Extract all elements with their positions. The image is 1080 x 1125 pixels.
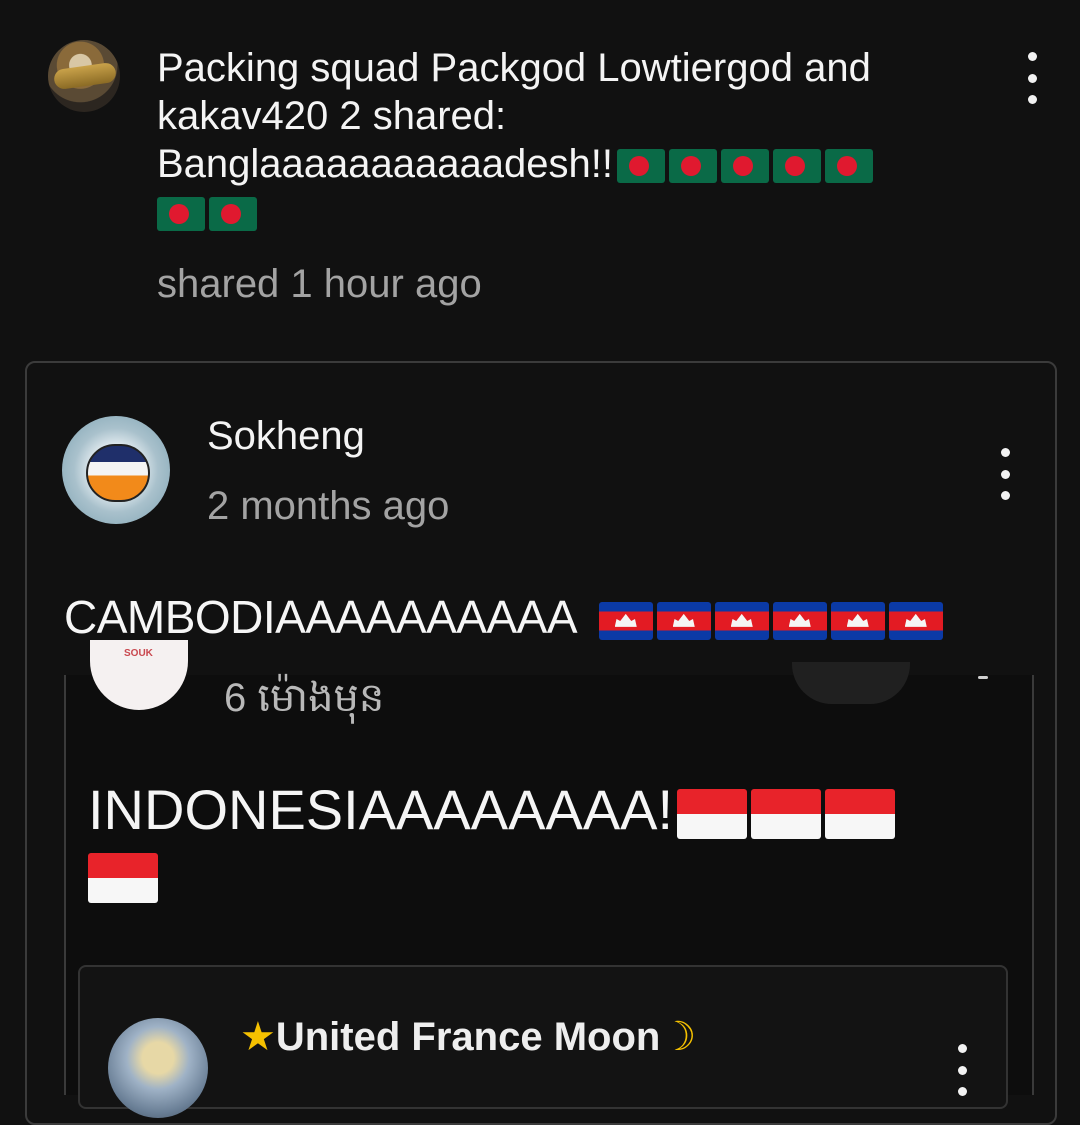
bangladesh-flag-icon [157,197,205,232]
cambodia-flag-icon [656,601,711,640]
cambodia-flag-icon [772,601,827,640]
embedded-timestamp: 6 ម៉ោងមុន [224,676,385,720]
indonesia-flag-icon [677,789,748,840]
more-vertical-icon[interactable] [999,448,1011,500]
embedded-message-text: INDONESIAAAAAAAA! [88,778,674,841]
bangladesh-flag-icon [772,149,821,184]
crescent-moon-icon: ☽ [660,1015,697,1059]
indonesia-flag-icon [751,789,822,840]
indonesia-flag-icon [88,853,158,904]
indonesia-flag-icon [825,789,896,840]
embedded-nested-author: ★United France Moon☽ [240,1014,696,1060]
quoted-message: CAMBODIAAAAAAAAAA [64,590,943,644]
star-icon: ★ [240,1015,276,1059]
quoted-timestamp: 2 months ago [207,484,450,528]
bangladesh-flag-icon [668,149,717,184]
quoted-message-text: CAMBODIAAAAAAAAAA [64,591,575,643]
quoted-author-avatar[interactable] [62,416,170,524]
post-timestamp: shared 1 hour ago [157,262,482,306]
cambodia-flag-icon [598,601,653,640]
embedded-message: INDONESIAAAAAAAA! [88,778,988,906]
post-author-line: Packing squad Packgod Lowtiergod and kak… [157,46,871,138]
post-message: Banglaaaaaaaaaaadesh!! [157,142,613,186]
embedded-nested-avatar [108,1018,208,1118]
embedded-nested-author-name: United France Moon [275,1015,661,1059]
bangladesh-flag-icon [616,149,665,184]
cambodia-flag-icon [830,601,885,640]
more-vertical-icon[interactable] [1026,52,1038,104]
post-text: Packing squad Packgod Lowtiergod and kak… [157,44,957,236]
cambodia-flag-icon [714,601,769,640]
cambodia-flag-icon [888,601,943,640]
author-avatar[interactable] [48,40,120,112]
bangladesh-flag-icon [720,149,769,184]
more-vertical-icon [956,1044,968,1096]
bangladesh-flag-icon [209,197,257,232]
embedded-menu-fragment [978,676,988,679]
bangladesh-flag-icon [824,149,873,184]
quoted-author-name[interactable]: Sokheng [207,414,365,459]
